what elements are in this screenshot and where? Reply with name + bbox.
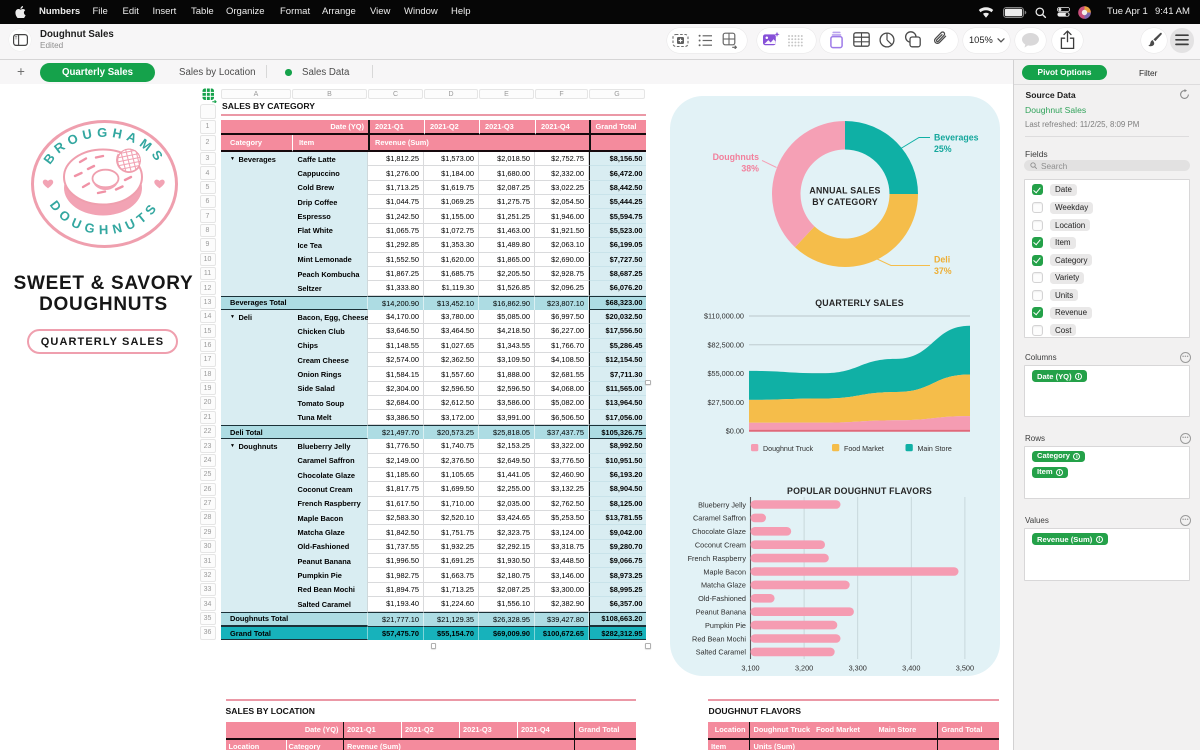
svg-text:Deli: Deli [934,255,950,265]
svg-text:French Raspberry: French Raspberry [688,554,747,563]
svg-text:$0.00: $0.00 [726,427,744,436]
svg-text:Old-Fashioned: Old-Fashioned [698,594,746,603]
svg-text:Main Store: Main Store [918,445,952,453]
svg-text:Food Market: Food Market [844,445,884,453]
svg-text:Red Bean Mochi: Red Bean Mochi [692,634,746,643]
svg-text:Beverages: Beverages [934,133,979,143]
svg-text:Coconut Cream: Coconut Cream [695,541,746,550]
svg-text:3,400: 3,400 [902,664,920,673]
svg-text:Doughnuts: Doughnuts [713,152,760,162]
svg-text:3,500: 3,500 [956,664,974,673]
svg-text:ANNUAL SALES: ANNUAL SALES [809,186,880,196]
svg-text:$82,500.00: $82,500.00 [707,340,744,349]
svg-text:37%: 37% [934,266,952,276]
svg-text:3,200: 3,200 [795,664,813,673]
svg-text:3,300: 3,300 [849,664,867,673]
svg-text:25%: 25% [934,144,952,154]
svg-text:Blueberry Jelly: Blueberry Jelly [698,500,746,509]
svg-text:$110,000.00: $110,000.00 [704,312,744,321]
svg-text:Chocolate Glaze: Chocolate Glaze [692,527,746,536]
svg-text:Pumpkin Pie: Pumpkin Pie [705,621,746,630]
svg-text:POPULAR DOUGHNUT FLAVORS: POPULAR DOUGHNUT FLAVORS [787,486,932,496]
svg-text:$27,500.00: $27,500.00 [707,398,744,407]
svg-text:Caramel Saffron: Caramel Saffron [693,514,746,523]
svg-text:Peanut Banana: Peanut Banana [696,608,747,617]
svg-text:38%: 38% [741,164,759,174]
svg-text:BY CATEGORY: BY CATEGORY [812,197,878,207]
svg-text:Maple Bacon: Maple Bacon [703,567,746,576]
svg-text:Salted Caramel: Salted Caramel [696,648,747,657]
svg-text:$55,000.00: $55,000.00 [707,369,744,378]
svg-text:Doughnut Truck: Doughnut Truck [763,445,814,453]
svg-text:3,100: 3,100 [741,664,759,673]
svg-text:QUARTERLY SALES: QUARTERLY SALES [815,298,904,308]
svg-text:Matcha Glaze: Matcha Glaze [701,581,746,590]
